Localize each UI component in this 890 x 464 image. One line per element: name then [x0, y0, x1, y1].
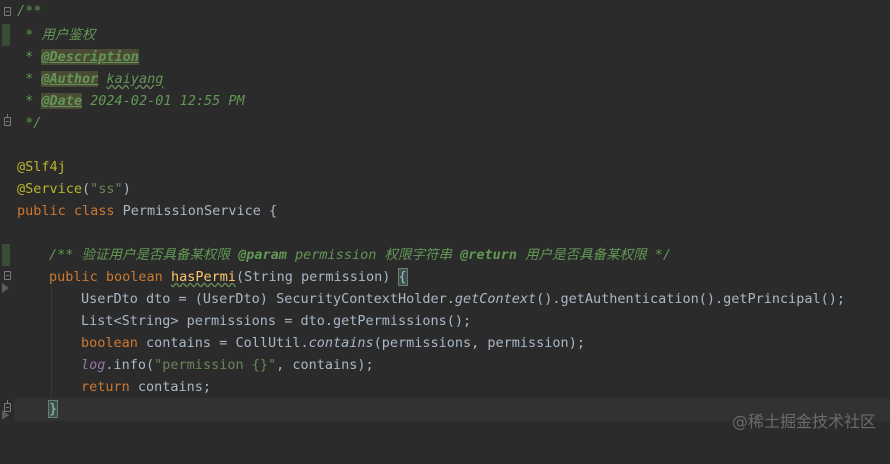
code-line: List<String> permissions = dto.getPermis…: [81, 313, 472, 329]
code-line: log.info("permission {}", contains);: [81, 357, 374, 373]
code-line: @Service("ss"): [17, 181, 131, 197]
static-method: contains: [308, 335, 374, 351]
javadoc-tag: @param: [238, 247, 287, 263]
javadoc-tag: @Date: [41, 93, 83, 109]
doc-comment-text: 用户鉴权: [41, 27, 96, 43]
code-line: * @Author kaiyang: [17, 71, 164, 87]
field-reference: log: [81, 357, 106, 373]
breakpoint-arrow-icon[interactable]: [2, 410, 9, 420]
javadoc-value: kaiyang: [106, 71, 164, 87]
code-line: public class PermissionService {: [14, 200, 890, 222]
string-literal: "ss": [90, 181, 123, 197]
code-line: * 用户鉴权: [17, 27, 96, 43]
matched-brace: }: [47, 400, 59, 418]
code-line: boolean contains = CollUtil.contains(per…: [81, 335, 585, 351]
keyword: public boolean: [49, 269, 163, 285]
javadoc-value: 2024-02-01 12:55 PM: [90, 93, 245, 109]
javadoc-tag: @return: [460, 247, 517, 263]
fold-icon[interactable]: [4, 271, 11, 280]
code-line: /**: [14, 0, 890, 22]
keyword: public class: [17, 203, 115, 219]
code-editor[interactable]: /** * 用户鉴权 * @Description * @Author kaiy…: [14, 0, 890, 440]
watermark: @稀土掘金技术社区: [731, 412, 876, 431]
change-marker: [2, 244, 10, 266]
code-line: * @Description: [17, 49, 139, 65]
javadoc-tag: @Author: [41, 71, 99, 87]
code-line: */: [14, 112, 890, 134]
class-declaration: PermissionService {: [114, 203, 278, 219]
keyword: return: [81, 379, 130, 395]
code-line: /** 验证用户是否具备某权限 @param permission 权限字符串 …: [49, 247, 672, 263]
fold-icon[interactable]: [4, 7, 11, 16]
annotation: @Service: [17, 181, 83, 197]
code-line: * @Date 2024-02-01 12:55 PM: [17, 93, 245, 109]
breakpoint-arrow-icon[interactable]: [2, 283, 9, 293]
gutter: [0, 0, 14, 440]
annotation: @Slf4j: [17, 159, 66, 175]
javadoc-tag: @Description: [41, 49, 139, 65]
static-method: getContext: [454, 291, 537, 307]
code-line: @Slf4j: [14, 156, 890, 178]
keyword: boolean: [81, 335, 138, 351]
fold-icon[interactable]: [4, 114, 11, 126]
doc-comment: */: [17, 115, 42, 131]
method-name[interactable]: hasPermi: [171, 269, 236, 285]
code-line: public boolean hasPermi(String permissio…: [49, 268, 408, 286]
doc-comment: /**: [17, 3, 42, 19]
string-literal: "permission {}": [154, 357, 277, 373]
matched-brace: {: [397, 268, 408, 286]
code-line: UserDto dto = (UserDto) SecurityContextH…: [81, 291, 846, 307]
code-line: return contains;: [81, 379, 212, 395]
change-marker: [2, 24, 10, 46]
